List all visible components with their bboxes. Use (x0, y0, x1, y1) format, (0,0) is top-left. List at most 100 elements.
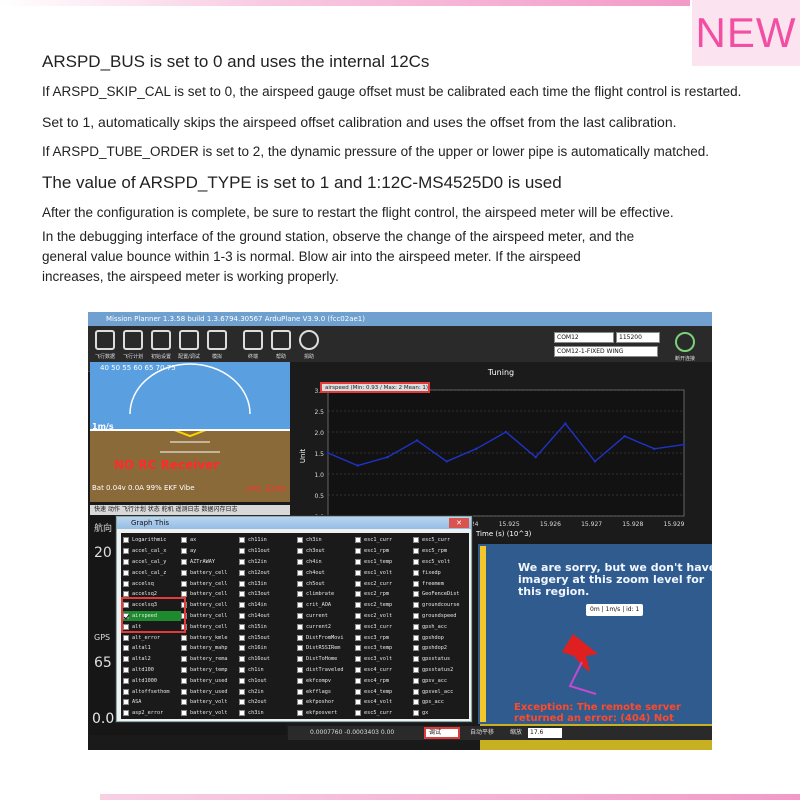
metric-checkbox[interactable]: GeoFenceDist (413, 589, 471, 600)
metric-checkbox[interactable]: altal2 (123, 654, 181, 665)
metric-checkbox[interactable]: battery_cell (181, 621, 239, 632)
checkbox-icon[interactable] (297, 548, 303, 555)
checkbox-icon[interactable] (297, 645, 303, 652)
metric-checkbox[interactable]: esc5_curr (355, 708, 413, 719)
checkbox-icon[interactable] (413, 569, 419, 576)
metric-checkbox[interactable]: battery_temp (181, 665, 239, 676)
checkbox-icon[interactable] (239, 558, 245, 565)
metric-checkbox[interactable]: ekfcompv (297, 675, 355, 686)
metric-checkbox[interactable]: ch16in (239, 643, 297, 654)
checkbox-icon[interactable] (239, 602, 245, 609)
checkbox-icon[interactable] (413, 602, 419, 609)
metric-checkbox[interactable]: battery_cell (181, 578, 239, 589)
checkbox-icon[interactable] (413, 580, 419, 587)
checkbox-icon[interactable] (123, 569, 129, 576)
checkbox-icon[interactable] (413, 710, 419, 717)
checkbox-icon[interactable] (239, 645, 245, 652)
metric-checkbox[interactable]: ch4out (297, 567, 355, 578)
metric-checkbox[interactable]: ch3out (297, 546, 355, 557)
metric-checkbox[interactable]: gpsstatus2 (413, 665, 471, 676)
checkbox-icon[interactable] (123, 677, 129, 684)
checkbox-icon[interactable] (239, 710, 245, 717)
metric-checkbox[interactable]: ch5out (297, 578, 355, 589)
checkbox-icon[interactable] (181, 569, 187, 576)
data-tabs[interactable]: 快速 动作 飞行计划 状态 舵机 遥测日志 数据闪存日志 (90, 505, 290, 515)
simulation-button[interactable]: 模拟 (204, 330, 230, 366)
metric-checkbox[interactable]: esc1_temp (355, 557, 413, 568)
checkbox-icon[interactable] (123, 710, 129, 717)
metric-checkbox[interactable]: distTraveled (297, 665, 355, 676)
metric-checkbox[interactable]: gpshdop2 (413, 643, 471, 654)
metric-checkbox[interactable]: ASA (123, 697, 181, 708)
metric-checkbox[interactable]: esc3_curr (355, 621, 413, 632)
metric-checkbox[interactable]: DistFromMovi (297, 632, 355, 643)
metric-checkbox[interactable]: esc4_volt (355, 697, 413, 708)
metric-checkbox[interactable]: esc4_rpm (355, 675, 413, 686)
metric-checkbox[interactable]: accel_cal_x (123, 546, 181, 557)
checkbox-icon[interactable] (181, 710, 187, 717)
metric-checkbox[interactable]: battery_used (181, 686, 239, 697)
checkbox-icon[interactable] (297, 688, 303, 695)
metric-checkbox[interactable]: accelsq (123, 578, 181, 589)
metric-checkbox[interactable]: esc3_temp (355, 643, 413, 654)
metric-checkbox[interactable]: esc4_temp (355, 686, 413, 697)
checkbox-icon[interactable] (355, 537, 361, 544)
checkbox-icon[interactable] (413, 634, 419, 641)
metric-checkbox[interactable]: ax (181, 535, 239, 546)
metric-checkbox[interactable]: DistRSSIRem (297, 643, 355, 654)
metric-checkbox[interactable]: current (297, 611, 355, 622)
checkbox-icon[interactable] (181, 656, 187, 663)
checkbox-icon[interactable] (239, 699, 245, 706)
metric-checkbox[interactable]: esc2_volt (355, 611, 413, 622)
metric-checkbox[interactable]: ch13out (239, 589, 297, 600)
metric-checkbox[interactable]: battery_volt (181, 697, 239, 708)
initial-setup-button[interactable]: 初始设置 (148, 330, 174, 366)
metric-checkbox[interactable]: ekfposvert (297, 708, 355, 719)
metric-checkbox[interactable]: ch15in (239, 621, 297, 632)
config-tuning-button[interactable]: 配置/调试 (176, 330, 202, 366)
metric-checkbox[interactable]: gps_acc (413, 697, 471, 708)
checkbox-icon[interactable] (239, 612, 245, 619)
metric-checkbox[interactable]: esc1_rpm (355, 546, 413, 557)
metric-checkbox[interactable]: groundspeed (413, 611, 471, 622)
terminal-button[interactable]: 终端 (240, 330, 266, 366)
checkbox-icon[interactable] (181, 688, 187, 695)
metric-checkbox[interactable]: crit_AOA (297, 600, 355, 611)
checkbox-icon[interactable] (297, 699, 303, 706)
metric-checkbox[interactable]: ch3in (239, 708, 297, 719)
checkbox-icon[interactable] (239, 569, 245, 576)
donate-button[interactable]: 捐助 (296, 330, 322, 366)
checkbox-icon[interactable] (239, 623, 245, 630)
checkbox-icon[interactable] (181, 645, 187, 652)
checkbox-icon[interactable] (123, 537, 129, 544)
metric-checkbox[interactable]: gpsv_acc (413, 675, 471, 686)
checkbox-icon[interactable] (297, 537, 303, 544)
auto-pan-toggle[interactable]: 自动平移 (470, 726, 494, 740)
metric-checkbox[interactable]: battery_kmle (181, 632, 239, 643)
checkbox-icon[interactable] (239, 537, 245, 544)
metric-checkbox[interactable]: Logarithmic (123, 535, 181, 546)
checkbox-icon[interactable] (413, 645, 419, 652)
checkbox-icon[interactable] (355, 656, 361, 663)
metric-checkbox[interactable]: ch4in (297, 557, 355, 568)
metric-checkbox[interactable]: esc2_temp (355, 600, 413, 611)
checkbox-icon[interactable] (239, 656, 245, 663)
metric-checkbox[interactable]: gpshdop (413, 632, 471, 643)
checkbox-icon[interactable] (123, 688, 129, 695)
metric-checkbox[interactable]: ekfflags (297, 686, 355, 697)
vehicle-select[interactable]: COM12-1-FIXED WING (554, 346, 658, 357)
checkbox-icon[interactable] (355, 602, 361, 609)
metric-checkbox[interactable]: DistToHome (297, 654, 355, 665)
checkbox-icon[interactable] (181, 699, 187, 706)
checkbox-icon[interactable] (355, 710, 361, 717)
metric-checkbox[interactable]: accel_cal_z (123, 567, 181, 578)
metric-checkbox[interactable]: ekfposhor (297, 697, 355, 708)
help-button[interactable]: 帮助 (268, 330, 294, 366)
checkbox-icon[interactable] (239, 634, 245, 641)
checkbox-icon[interactable] (123, 645, 129, 652)
checkbox-icon[interactable] (413, 623, 419, 630)
checkbox-icon[interactable] (413, 666, 419, 673)
metric-checkbox[interactable]: asp2_error (123, 708, 181, 719)
checkbox-icon[interactable] (123, 699, 129, 706)
checkbox-icon[interactable] (413, 558, 419, 565)
